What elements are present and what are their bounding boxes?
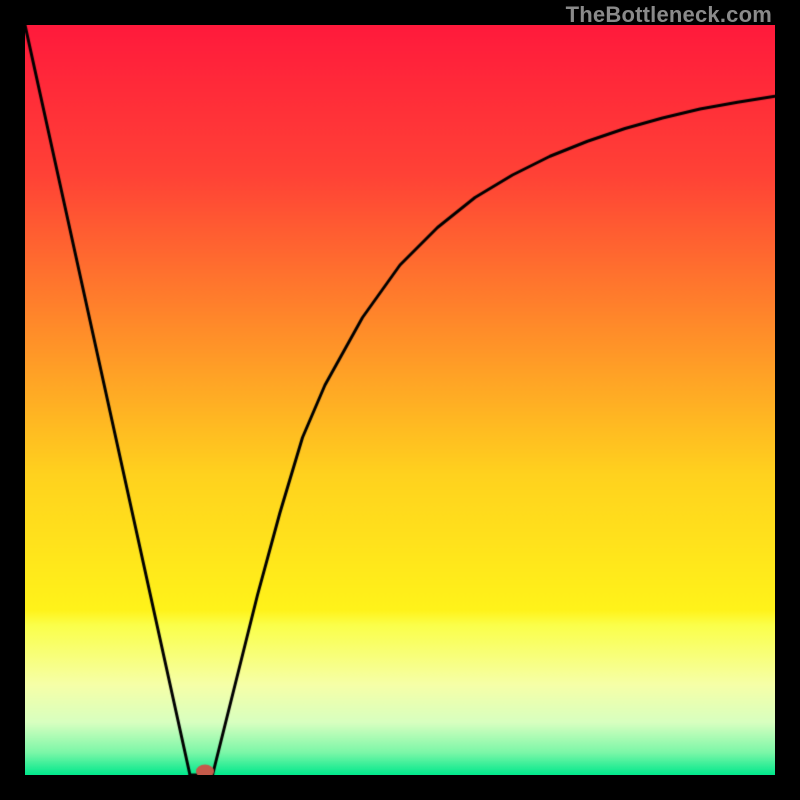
watermark-text: TheBottleneck.com xyxy=(566,2,772,28)
chart-frame xyxy=(25,25,775,775)
bottleneck-curve-chart xyxy=(25,25,775,775)
